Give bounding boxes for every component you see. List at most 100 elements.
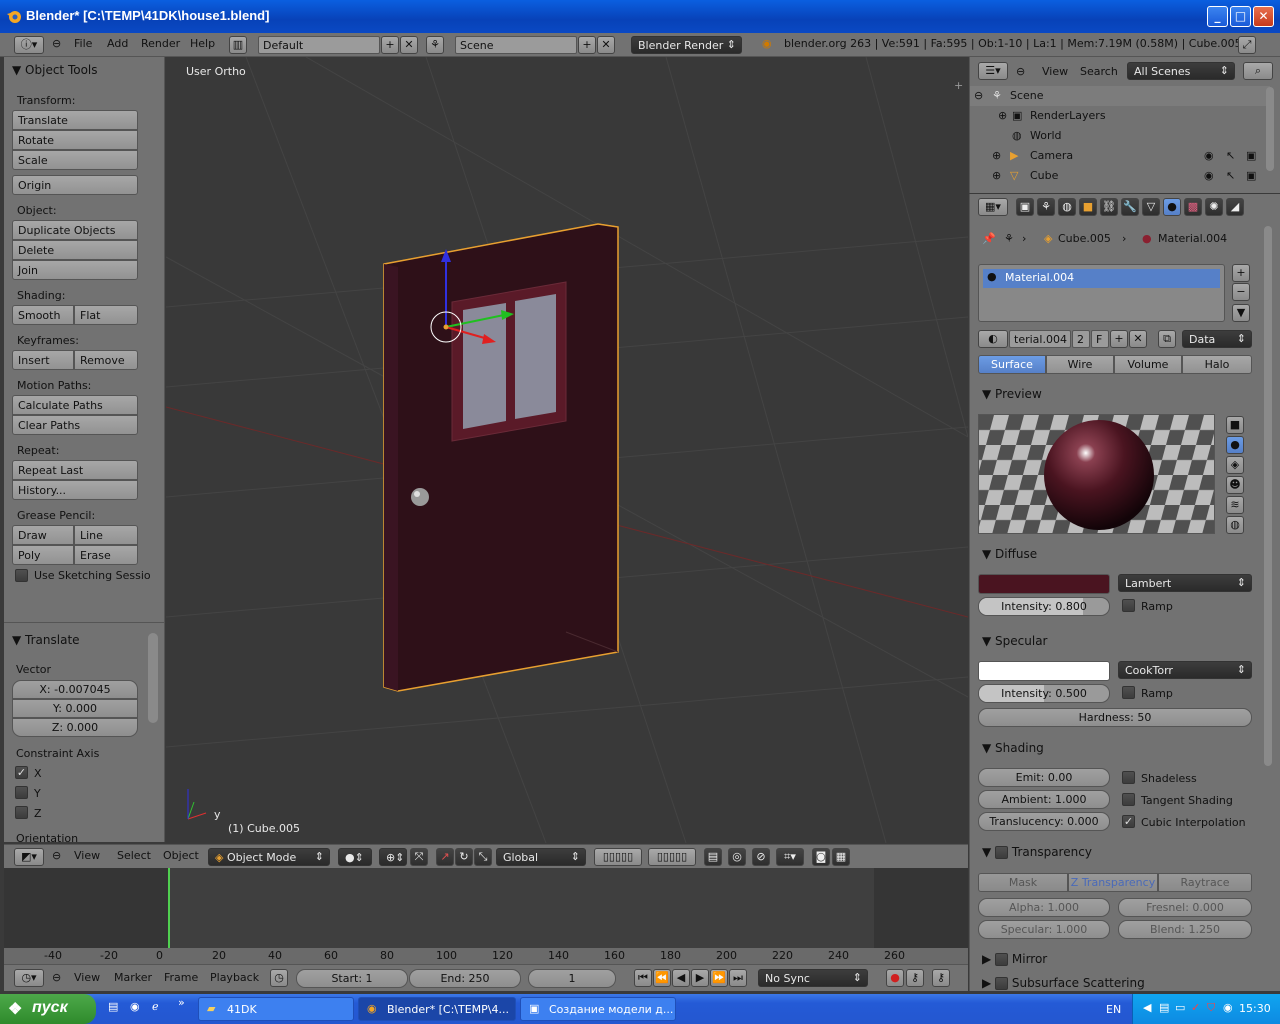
translate-operator-title[interactable]: ▼ Translate (12, 633, 80, 647)
world-tab-icon[interactable]: ◍ (1058, 198, 1076, 216)
diffuse-intensity-slider[interactable]: Intensity: 0.800 (978, 597, 1110, 616)
layer-buttons-b[interactable]: ▯▯▯▯▯ (648, 848, 696, 866)
delete-button[interactable]: Delete (12, 240, 138, 260)
add-layout-icon[interactable]: + (381, 36, 399, 54)
preview-sky-icon[interactable]: ◍ (1226, 516, 1244, 534)
end-frame-field[interactable]: End: 250 (409, 969, 521, 988)
preview-sphere-icon[interactable]: ● (1226, 436, 1244, 454)
menu-render[interactable]: Render (141, 37, 180, 50)
preview-monkey-icon[interactable]: ☻ (1226, 476, 1244, 494)
layer-buttons-a[interactable]: ▯▯▯▯▯ (594, 848, 642, 866)
mirror-panel-header[interactable]: ▶ Mirror (982, 952, 1047, 966)
collapse-menu-icon[interactable]: ⊖ (52, 849, 61, 862)
physics-tab-icon[interactable]: ◢ (1226, 198, 1244, 216)
history-button[interactable]: History... (12, 480, 138, 500)
material-name-field[interactable]: terial.004 (1009, 330, 1071, 348)
calculate-paths-button[interactable]: Calculate Paths (12, 395, 138, 415)
transparency-raytrace-button[interactable]: Raytrace (1158, 873, 1252, 892)
transparency-z-button[interactable]: Z Transparency (1068, 873, 1158, 892)
remove-scene-icon[interactable]: ✕ (597, 36, 615, 54)
outliner-row-camera[interactable]: ⊕ ▶ Camera ◉ ↖ ▣ (970, 146, 1270, 166)
specular-panel-header[interactable]: ▼ Specular (982, 634, 1048, 648)
current-frame-field[interactable]: 1 (528, 969, 616, 988)
taskbar-item-folder[interactable]: ▰ 41DK (198, 997, 354, 1021)
search-icon[interactable]: ⌕ (1243, 62, 1273, 80)
quicklaunch-desktop-icon[interactable]: ▤ (108, 1000, 118, 1013)
blend-field[interactable]: Blend: 1.250 (1118, 920, 1252, 939)
constraint-y-checkbox[interactable] (15, 786, 28, 799)
link-dropdown[interactable]: Data ⇕ (1182, 330, 1252, 348)
jump-start-icon[interactable]: ⏮ (634, 969, 652, 987)
mesh-data-tab-icon[interactable]: ▽ (1142, 198, 1160, 216)
3d-viewport[interactable]: y User Ortho (1) Cube.005 + (166, 57, 968, 843)
menu-view[interactable]: View (1042, 65, 1068, 78)
menu-search[interactable]: Search (1080, 65, 1118, 78)
quicklaunch-ie-icon[interactable]: ℯ (152, 1000, 159, 1013)
flat-button[interactable]: Flat (74, 305, 138, 325)
vector-z-field[interactable]: Z: 0.000 (12, 718, 138, 737)
material-users-field[interactable]: 2 (1072, 330, 1090, 348)
visibility-eye-icon[interactable]: ◉ (1204, 169, 1214, 182)
preview-range-icon[interactable]: ◷ (270, 969, 288, 987)
menu-add[interactable]: Add (107, 37, 128, 50)
menu-file[interactable]: File (74, 37, 92, 50)
tab-halo[interactable]: Halo (1182, 355, 1252, 374)
sketching-session-checkbox[interactable] (15, 569, 28, 582)
object-tools-panel-title[interactable]: ▼ Object Tools (12, 63, 98, 77)
menu-select[interactable]: Select (117, 849, 151, 862)
play-reverse-icon[interactable]: ◀ (672, 969, 690, 987)
operator-scrollbar[interactable] (148, 633, 158, 723)
menu-help[interactable]: Help (190, 37, 215, 50)
collapse-menu-icon[interactable]: ⊖ (52, 971, 61, 984)
origin-button[interactable]: Origin (12, 175, 138, 195)
outliner-row-cube[interactable]: ⊕ ▽ Cube ◉ ↖ ▣ (970, 166, 1270, 186)
material-tab-icon[interactable]: ● (1163, 198, 1181, 216)
outliner-row-world[interactable]: ◍ World (970, 126, 1270, 146)
network-icon[interactable]: ▤ (1159, 1001, 1169, 1014)
menu-view[interactable]: View (74, 849, 100, 862)
remove-slot-icon[interactable]: − (1232, 283, 1250, 301)
viewport-shading-dropdown[interactable]: ●⇕ (338, 848, 372, 866)
render-engine-dropdown[interactable]: Blender Render ⇕ (631, 36, 742, 54)
preview-plane-icon[interactable]: ■ (1226, 416, 1244, 434)
erase-button[interactable]: Erase (74, 545, 138, 565)
emit-field[interactable]: Emit: 0.00 (978, 768, 1110, 787)
modifiers-tab-icon[interactable]: 🔧 (1121, 198, 1139, 216)
texture-tab-icon[interactable]: ▩ (1184, 198, 1202, 216)
insert-keyframe-icon[interactable]: ⚷ (932, 969, 950, 987)
cubic-interpolation-checkbox[interactable]: ✓ (1122, 815, 1135, 828)
lock-camera-icon[interactable]: ▤ (704, 848, 722, 866)
scene-field[interactable]: Scene (455, 36, 577, 54)
door-knob[interactable] (411, 488, 429, 506)
constraint-z-checkbox[interactable] (15, 806, 28, 819)
taskbar-item-blender[interactable]: ◉ Blender* [C:\TEMP\4... (358, 997, 516, 1021)
safely-remove-icon[interactable]: ▭ (1175, 1001, 1185, 1014)
menu-frame[interactable]: Frame (164, 971, 198, 984)
preview-hair-icon[interactable]: ≋ (1226, 496, 1244, 514)
draw-button[interactable]: Draw (12, 525, 74, 545)
transparency-mask-button[interactable]: Mask (978, 873, 1068, 892)
selectability-cursor-icon[interactable]: ↖ (1226, 169, 1235, 182)
editor-type-info-icon[interactable]: ⓘ▾ (14, 36, 44, 54)
quicklaunch-more-icon[interactable]: » (178, 996, 185, 1009)
manipulator-toggle-icon[interactable]: ⤧ (410, 848, 428, 866)
scale-manipulator-icon[interactable]: ⤡ (474, 848, 492, 866)
diffuse-ramp-checkbox[interactable] (1122, 599, 1135, 612)
start-frame-field[interactable]: Start: 1 (296, 969, 408, 988)
door-object[interactable] (383, 223, 619, 692)
security-alert-icon[interactable]: ✓ (1191, 1001, 1200, 1014)
fake-user-button[interactable]: F (1091, 330, 1109, 348)
selectability-cursor-icon[interactable]: ↖ (1226, 149, 1235, 162)
menu-playback[interactable]: Playback (210, 971, 259, 984)
specular-intensity-slider[interactable]: Intensity: 0.500 (978, 684, 1110, 703)
material-browse-icon[interactable]: ◐ (978, 330, 1008, 348)
taskbar-item-document[interactable]: ▣ Создание модели д... (520, 997, 676, 1021)
render-still-icon[interactable]: ◙ (812, 848, 830, 866)
menu-marker[interactable]: Marker (114, 971, 152, 984)
menu-view[interactable]: View (74, 971, 100, 984)
jump-end-icon[interactable]: ⏭ (729, 969, 747, 987)
expand-toggle-icon[interactable]: ⊕ (992, 149, 1001, 162)
sync-dropdown[interactable]: No Sync ⇕ (758, 969, 868, 987)
proportional-edit-icon[interactable]: ◎ (728, 848, 746, 866)
tab-wire[interactable]: Wire (1046, 355, 1114, 374)
